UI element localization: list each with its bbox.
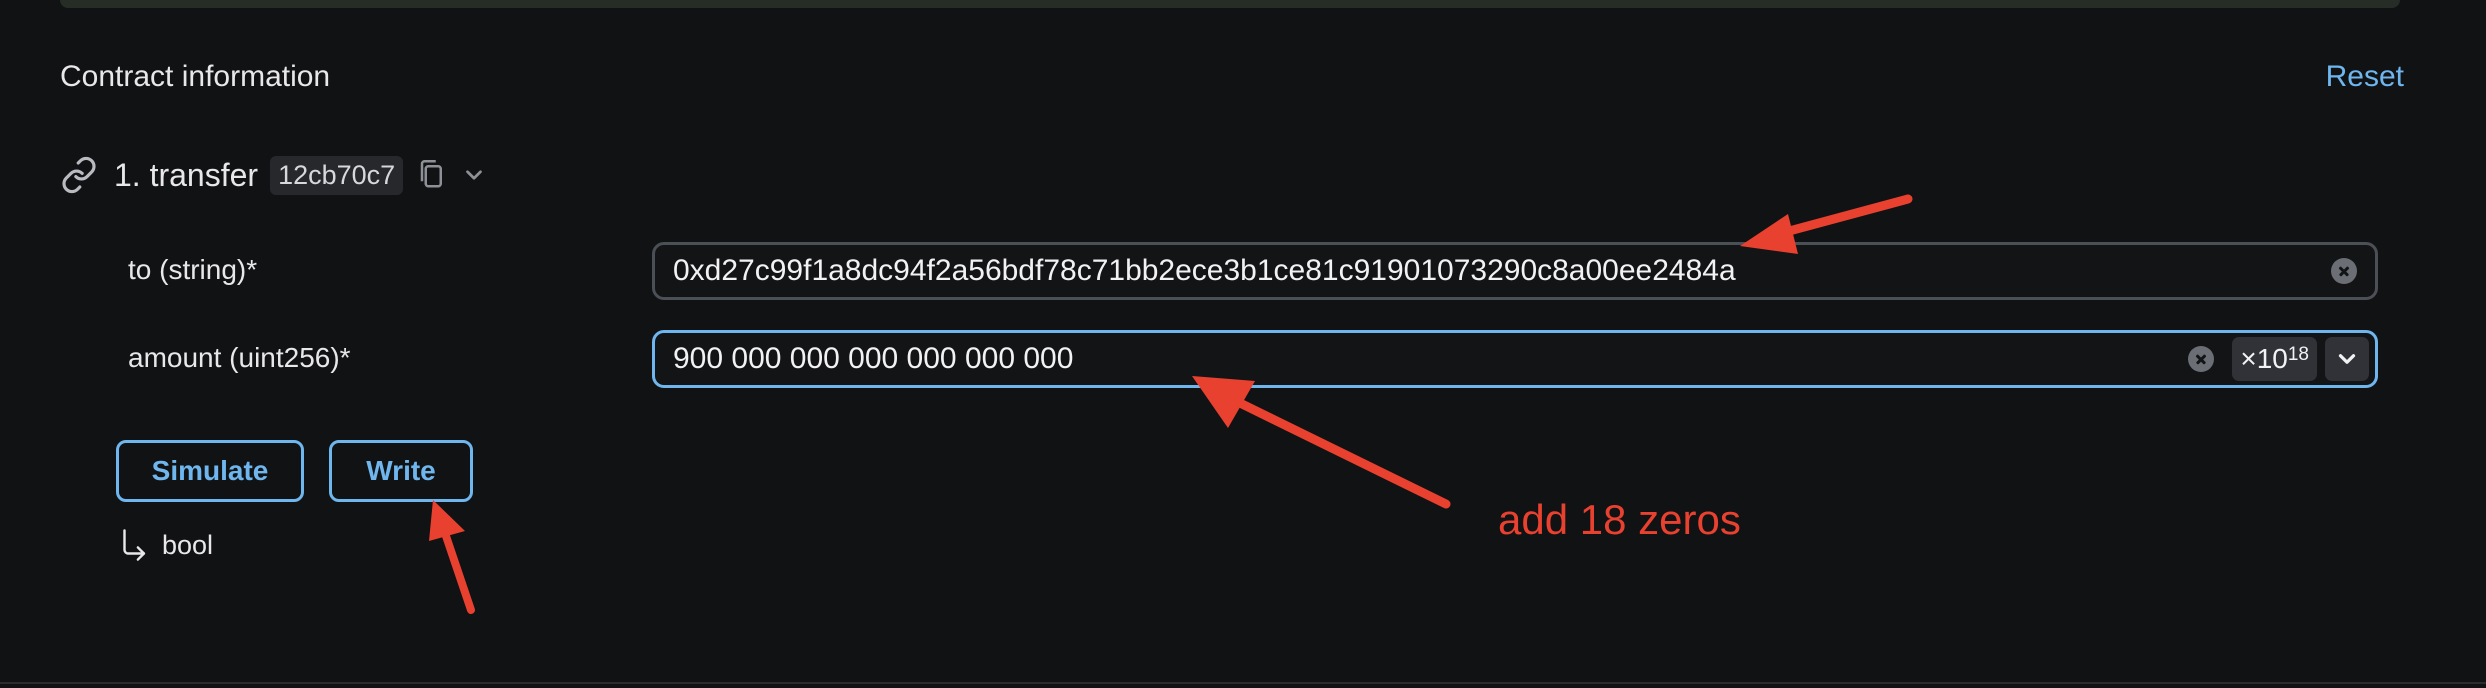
annotation-arrow-to-field — [1773, 194, 1913, 239]
function-selector-badge: 12cb70c7 — [270, 155, 404, 195]
return-arrow-icon — [123, 529, 146, 561]
function-header[interactable]: 1. transfer 12cb70c7 — [60, 150, 487, 200]
to-param-label: to (string)* — [128, 254, 258, 285]
to-input-value[interactable]: 0xd27c99f1a8dc94f2a56bdf78c71bb2ece3b1ce… — [655, 254, 2331, 288]
clear-to-icon[interactable] — [2331, 258, 2357, 284]
amount-input-value[interactable]: 900 000 000 000 000 000 000 — [655, 342, 2188, 376]
annotation-text: add 18 zeros — [1498, 496, 1741, 543]
function-name: 1. transfer — [114, 156, 259, 193]
unit-exponent: 18 — [2287, 344, 2309, 365]
chevron-down-icon — [466, 170, 483, 180]
annotation-arrowhead-write — [429, 500, 465, 541]
bottom-divider — [0, 682, 2486, 684]
unit-multiplier-button[interactable]: ×10 18 — [2232, 337, 2317, 381]
simulate-button[interactable]: Simulate — [116, 440, 304, 502]
annotation-arrow-write — [442, 532, 475, 614]
copy-button[interactable] — [417, 158, 447, 192]
clear-amount-icon[interactable] — [2188, 346, 2215, 372]
reset-link[interactable]: Reset — [2326, 60, 2404, 94]
section-title: Contract information — [60, 60, 331, 93]
chevron-down-icon — [2338, 354, 2356, 364]
expand-function-button[interactable] — [461, 162, 487, 188]
copy-icon — [420, 160, 443, 188]
top-panel-edge — [60, 0, 2400, 8]
return-type: bool — [118, 528, 213, 562]
amount-param-label: amount (uint256)* — [128, 342, 351, 373]
annotation-arrow-amount — [1237, 399, 1451, 509]
return-type-label: bool — [162, 529, 214, 560]
amount-input[interactable]: 900 000 000 000 000 000 000 ×10 18 — [652, 330, 2378, 388]
unit-prefix: ×10 — [2240, 343, 2288, 374]
write-button[interactable]: Write — [329, 440, 473, 502]
to-input[interactable]: 0xd27c99f1a8dc94f2a56bdf78c71bb2ece3b1ce… — [652, 242, 2378, 300]
link-icon — [62, 156, 96, 194]
unit-dropdown-button[interactable] — [2325, 337, 2369, 381]
